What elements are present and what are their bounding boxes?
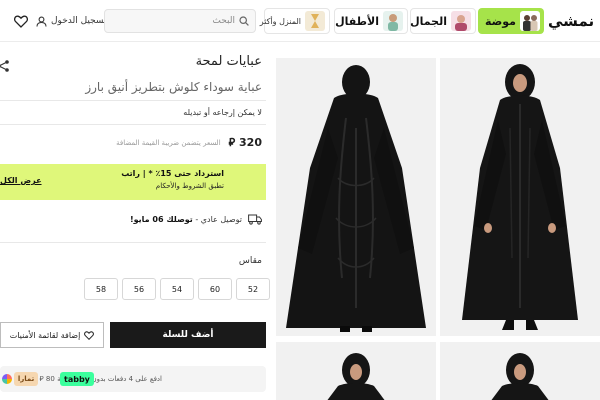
share-icon[interactable] — [0, 58, 10, 72]
category-home-label: المنزل وأكثر — [259, 16, 301, 26]
heart-outline-icon — [84, 330, 95, 340]
product-name: عباية سوداء كلوش بتطريز أنيق بارز — [85, 80, 262, 94]
wishlist-heart-icon[interactable] — [12, 12, 30, 30]
product-brand-title[interactable]: عبايات لمحة — [196, 54, 262, 69]
installment-banner: ادفع على 4 دفعات بدون فوائد بقيمة 80 ⃁ t… — [0, 366, 266, 392]
size-option[interactable]: 58 — [84, 278, 118, 300]
category-beauty-label: الجمال — [410, 14, 447, 28]
add-to-wishlist-button[interactable]: إضافة لقائمة الأمنيات — [0, 322, 104, 348]
size-label: مقاس — [238, 256, 262, 266]
product-details-panel: عبايات لمحة عباية سوداء كلوش بتطريز أنيق… — [0, 42, 270, 400]
beauty-category-image — [451, 11, 471, 31]
search-icon — [239, 16, 249, 26]
delivery-type: توصيل عادي - — [192, 215, 242, 224]
divider — [0, 124, 266, 125]
view-all-offers-link[interactable]: عرض الكل — [0, 176, 42, 185]
fashion-category-image — [520, 11, 540, 31]
cashback-offer-text: استرداد حتى 15٪ * | راتب — [121, 169, 224, 178]
return-policy-note: لا يمكن إرجاعه أو تبديله — [183, 108, 262, 117]
login-label: تسجيل الدخول — [51, 16, 107, 26]
category-tab-fashion[interactable]: موضة — [478, 8, 544, 34]
size-selector: 58 56 54 60 52 — [84, 278, 270, 300]
cashback-banner: استرداد حتى 15٪ * | راتب تطبق الشروط وال… — [0, 164, 266, 200]
product-photo-front[interactable] — [440, 58, 600, 336]
search-placeholder: البحث — [212, 16, 235, 26]
delivery-text: توصيل عادي - توصلك 06 مايو! — [130, 215, 242, 224]
truck-icon — [248, 214, 262, 225]
divider — [0, 242, 266, 243]
home-category-image — [305, 11, 325, 31]
size-option[interactable]: 54 — [160, 278, 194, 300]
delivery-info: توصيل عادي - توصلك 06 مايو! — [130, 214, 262, 225]
size-option[interactable]: 60 — [198, 278, 232, 300]
price-value: 320 — [239, 136, 262, 149]
size-option[interactable]: 52 — [236, 278, 270, 300]
top-navigation-bar: تسجيل الدخول البحث المنزل وأكثر الأطفال … — [0, 0, 600, 42]
product-image-gallery — [276, 58, 600, 400]
tamara-logo[interactable]: تمارا — [14, 372, 38, 386]
product-photo-4[interactable] — [440, 342, 600, 400]
size-option[interactable]: 56 — [122, 278, 156, 300]
product-photo-3[interactable] — [276, 342, 436, 400]
product-photo-back[interactable] — [276, 58, 436, 336]
payment-mark-icon — [2, 374, 12, 384]
price-row: 320 ⃁ السعر يتضمن ضريبة القيمة المضافة — [116, 136, 262, 150]
category-tab-kids[interactable]: الأطفال — [334, 8, 408, 34]
category-fashion-label: موضة — [484, 14, 516, 28]
divider — [0, 100, 266, 101]
category-tab-beauty[interactable]: الجمال — [410, 8, 476, 34]
kids-category-image — [383, 11, 403, 31]
delivery-date: توصلك 06 مايو! — [130, 215, 193, 224]
wishlist-label: إضافة لقائمة الأمنيات — [9, 330, 81, 340]
vat-note: السعر يتضمن ضريبة القيمة المضافة — [116, 139, 221, 147]
price-amount: 320 ⃁ — [229, 136, 262, 150]
category-kids-label: الأطفال — [335, 14, 379, 28]
add-to-cart-button[interactable]: أضف للسلة — [110, 322, 266, 348]
category-tab-home[interactable]: المنزل وأكثر — [260, 8, 330, 34]
tabby-logo[interactable]: tabby — [60, 372, 94, 386]
currency-symbol: ⃁ — [228, 136, 236, 149]
cashback-terms-text: تطبق الشروط والأحكام — [155, 182, 224, 190]
user-icon — [36, 16, 47, 27]
search-input[interactable]: البحث — [104, 9, 256, 33]
installment-text: ادفع على 4 دفعات بدون فوائد بقيمة 80 ⃁ — [39, 375, 162, 383]
namshi-logo[interactable]: نمشي — [548, 8, 600, 34]
login-link[interactable]: تسجيل الدخول — [36, 11, 106, 31]
